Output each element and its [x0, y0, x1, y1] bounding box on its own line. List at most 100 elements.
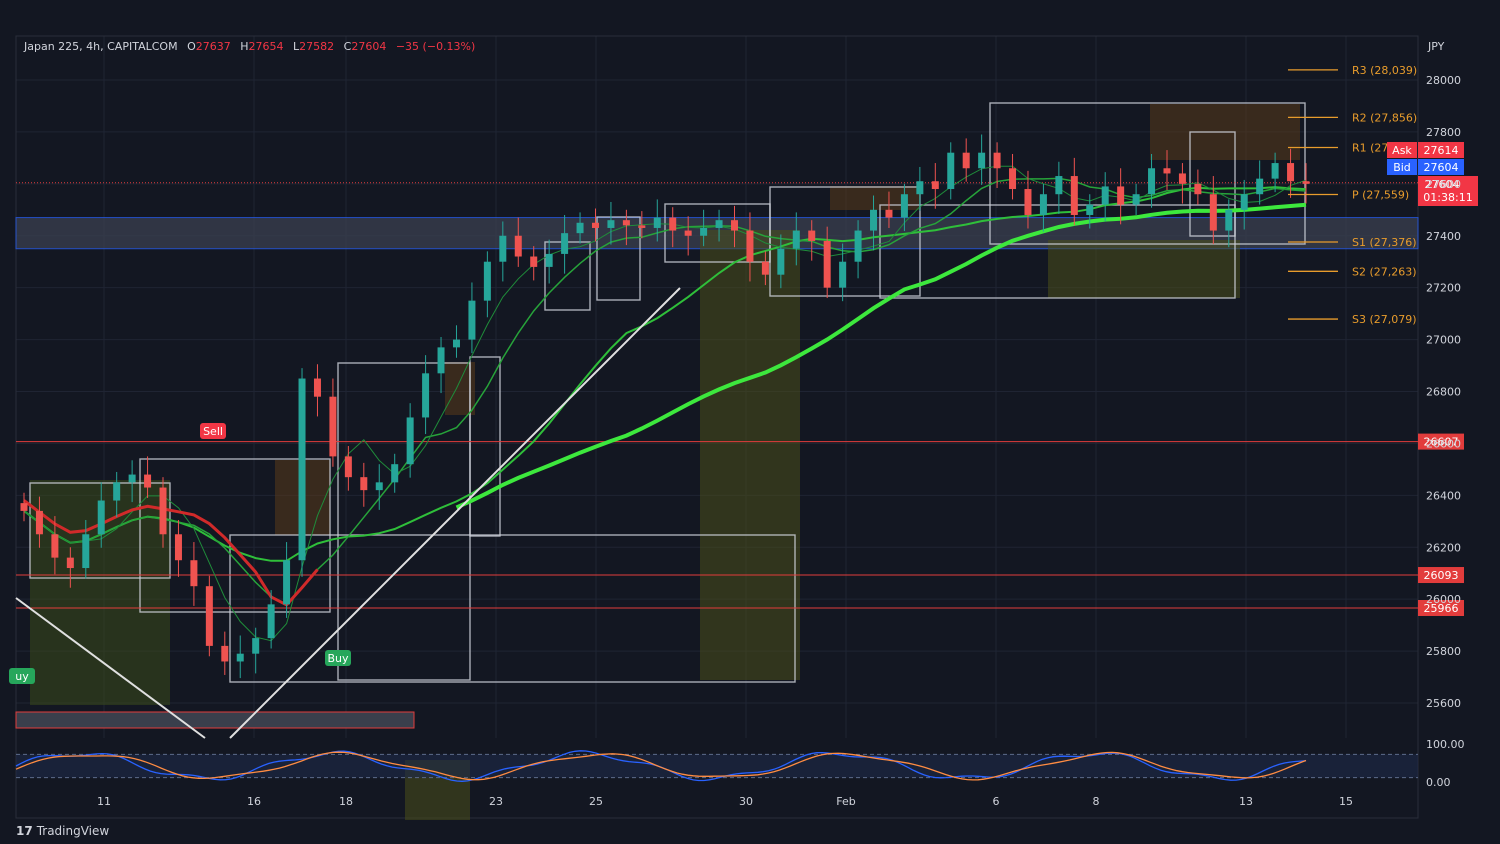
candle[interactable]	[1240, 194, 1248, 210]
candle[interactable]	[993, 152, 1001, 169]
candle[interactable]	[916, 181, 924, 195]
candle[interactable]	[128, 474, 136, 483]
bar-countdown: 01:38:11	[1423, 191, 1472, 204]
candle[interactable]	[236, 653, 244, 662]
candle[interactable]	[159, 487, 167, 535]
candle[interactable]	[854, 230, 862, 262]
candle[interactable]	[452, 339, 460, 348]
currency-label: JPY	[1427, 40, 1445, 53]
candle[interactable]	[1194, 183, 1202, 195]
tradingview-logo-icon: 17	[16, 824, 33, 838]
candle[interactable]	[190, 560, 198, 587]
candle[interactable]	[51, 534, 59, 558]
candle[interactable]	[113, 482, 121, 501]
candle[interactable]	[1024, 189, 1032, 215]
candle[interactable]	[700, 227, 708, 236]
candle[interactable]	[375, 482, 383, 491]
candle[interactable]	[174, 534, 182, 561]
price-tick: 25600	[1426, 697, 1461, 710]
price-chart[interactable]: 266072609325966 R3 (28,039)R2 (27,856)R1…	[0, 0, 1500, 844]
candle[interactable]	[499, 235, 507, 262]
candle[interactable]	[823, 240, 831, 288]
bid-label: Bid	[1393, 161, 1411, 174]
candle[interactable]	[205, 586, 213, 646]
candle[interactable]	[792, 230, 800, 249]
candle[interactable]	[761, 261, 769, 275]
candle[interactable]	[1178, 173, 1186, 184]
candle[interactable]	[684, 230, 692, 236]
candle[interactable]	[313, 378, 321, 397]
close-value: 27604	[351, 40, 387, 53]
candle[interactable]	[252, 638, 260, 654]
candle[interactable]	[808, 230, 816, 241]
candle[interactable]	[267, 604, 275, 639]
candle[interactable]	[1256, 178, 1264, 195]
candle[interactable]	[777, 248, 785, 275]
candle[interactable]	[561, 233, 569, 254]
candle[interactable]	[885, 209, 893, 218]
candle[interactable]	[298, 378, 306, 561]
candle[interactable]	[715, 220, 723, 228]
candle[interactable]	[931, 181, 939, 190]
candle[interactable]	[530, 256, 538, 267]
candle[interactable]	[653, 217, 661, 228]
candle[interactable]	[144, 474, 152, 488]
candle[interactable]	[1287, 163, 1295, 182]
candle[interactable]	[422, 373, 430, 418]
candle[interactable]	[900, 194, 908, 218]
shaded-box	[1048, 240, 1240, 298]
candle[interactable]	[1117, 186, 1125, 205]
time-tick: 11	[97, 795, 111, 808]
candle[interactable]	[66, 557, 74, 569]
candle[interactable]	[1132, 194, 1140, 205]
candle[interactable]	[360, 477, 368, 491]
candle[interactable]	[514, 235, 522, 257]
candle[interactable]	[731, 220, 739, 231]
candle[interactable]	[978, 152, 986, 169]
candle[interactable]	[329, 396, 337, 457]
candle[interactable]	[437, 347, 445, 374]
candle[interactable]	[1225, 209, 1233, 231]
ask-label: Ask	[1392, 144, 1412, 157]
candle[interactable]	[20, 503, 28, 511]
candle[interactable]	[468, 300, 476, 340]
candle[interactable]	[839, 261, 847, 288]
candle[interactable]	[1163, 168, 1171, 174]
candle[interactable]	[1070, 176, 1078, 215]
candle[interactable]	[344, 456, 352, 478]
candle[interactable]	[82, 534, 90, 569]
price-tick: 26200	[1426, 541, 1461, 554]
candle[interactable]	[576, 222, 584, 234]
symbol-label: Japan 225, 4h, CAPITALCOM	[24, 40, 178, 53]
candle[interactable]	[746, 230, 754, 262]
candle[interactable]	[1055, 176, 1063, 195]
candle[interactable]	[35, 510, 43, 535]
candle[interactable]	[947, 152, 955, 190]
candle[interactable]	[638, 225, 646, 228]
candle[interactable]	[221, 645, 229, 662]
pivot-label: R1 (27,	[1352, 141, 1392, 154]
candle[interactable]	[1009, 168, 1017, 190]
candle[interactable]	[607, 220, 615, 228]
candle[interactable]	[962, 152, 970, 169]
candle[interactable]	[1148, 168, 1156, 195]
candle[interactable]	[406, 417, 414, 465]
candle[interactable]	[1302, 181, 1310, 184]
candle[interactable]	[1271, 163, 1279, 179]
candle[interactable]	[483, 261, 491, 301]
tradingview-brand[interactable]: 17 TradingView	[16, 824, 109, 838]
candle[interactable]	[669, 217, 677, 231]
candle[interactable]	[1086, 204, 1094, 215]
candle[interactable]	[1039, 194, 1047, 215]
change-value: −35 (−0.13%)	[395, 40, 476, 53]
candle[interactable]	[97, 500, 105, 535]
candle[interactable]	[591, 222, 599, 228]
demand-zone[interactable]	[15, 711, 415, 729]
candle[interactable]	[391, 464, 399, 483]
candle[interactable]	[545, 253, 553, 267]
candle[interactable]	[622, 220, 630, 226]
candle[interactable]	[283, 560, 291, 605]
candle[interactable]	[870, 209, 878, 231]
candle[interactable]	[1101, 186, 1109, 205]
candle[interactable]	[1209, 194, 1217, 231]
